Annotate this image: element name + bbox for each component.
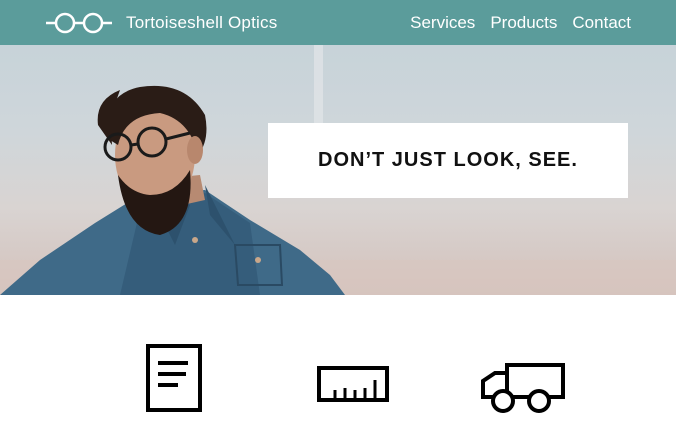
- hero-banner: DON’T JUST LOOK, SEE.: [0, 45, 676, 295]
- document-icon[interactable]: [146, 344, 202, 412]
- features-section: [0, 295, 676, 430]
- delivery-truck-icon[interactable]: [481, 363, 565, 413]
- nav-link-contact[interactable]: Contact: [572, 13, 631, 33]
- tagline-box: DON’T JUST LOOK, SEE.: [268, 123, 628, 198]
- main-menu: Services Products Contact: [410, 13, 631, 33]
- brand-name[interactable]: Tortoiseshell Optics: [126, 13, 277, 33]
- glasses-icon[interactable]: [46, 12, 112, 34]
- nav-link-services[interactable]: Services: [410, 13, 475, 33]
- hero-tagline: DON’T JUST LOOK, SEE.: [318, 149, 578, 171]
- top-nav-bar: Tortoiseshell Optics Services Products C…: [0, 0, 676, 45]
- ruler-icon[interactable]: [317, 366, 389, 402]
- nav-link-products[interactable]: Products: [490, 13, 557, 33]
